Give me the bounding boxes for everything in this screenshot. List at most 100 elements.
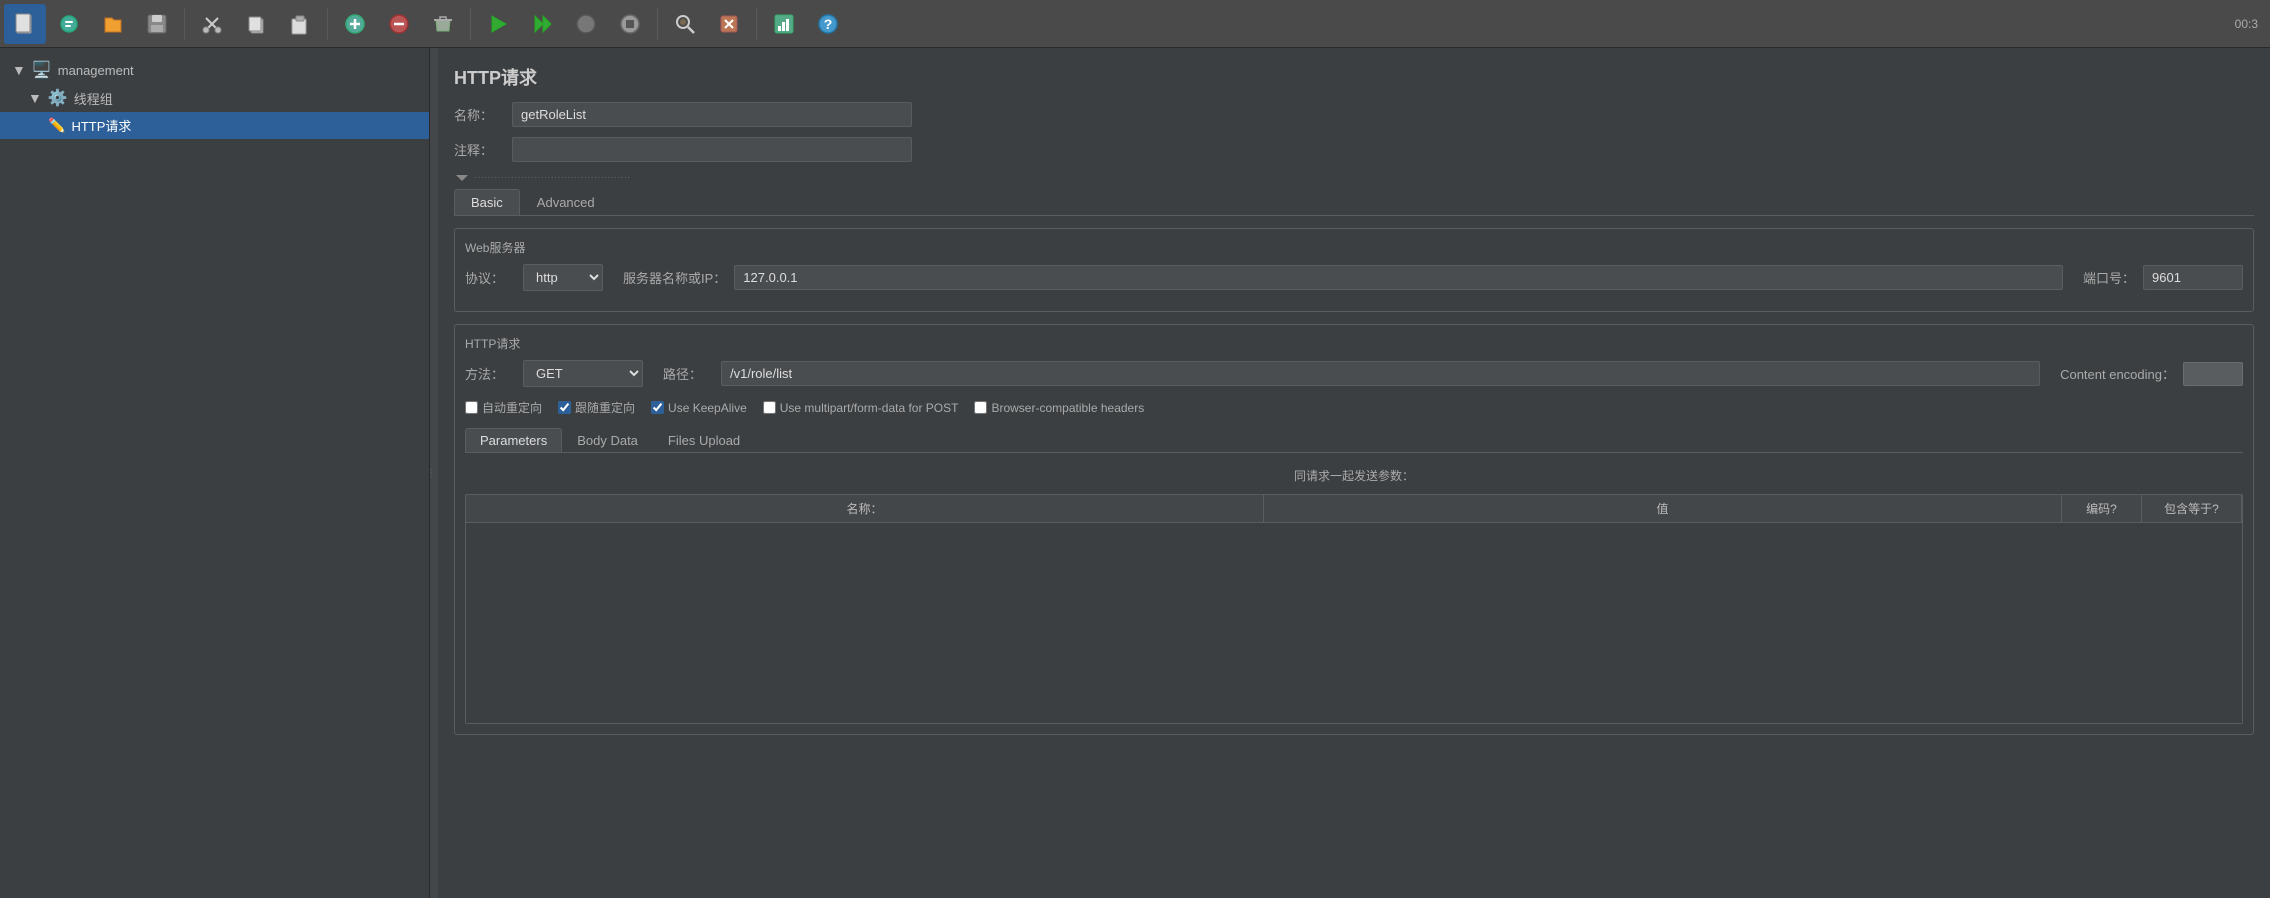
clear-results-btn[interactable] [708,4,750,44]
http-request-section: HTTP请求 方法： GET POST PUT DELETE PATCH 路径：… [454,324,2254,735]
collapse-arrow[interactable]: ········································… [454,172,2254,183]
save-btn[interactable] [136,4,178,44]
checkboxes-row: 自动重定向 跟随重定向 Use KeepAlive Use multipart/… [465,397,2243,418]
management-label: management [58,63,134,78]
toolbar: ? 00:3 [0,0,2270,48]
col-value: 值 [1264,495,2062,522]
clear-btn[interactable] [422,4,464,44]
multipart-item: Use multipart/form-data for POST [763,401,959,415]
server-input[interactable] [734,265,2063,290]
browser-headers-item: Browser-compatible headers [974,401,1144,415]
auto-redirect-checkbox[interactable] [465,401,478,414]
server-label: 服务器名称或IP： [623,268,726,287]
params-header-text: 同请求一起发送参数： [1294,467,1414,484]
dotted-line: ········································… [474,172,631,183]
sep2 [327,8,328,40]
sep5 [756,8,757,40]
auto-redirect-item: 自动重定向 [465,399,542,416]
col-name: 名称： [466,495,1264,522]
protocol-select[interactable]: http https [523,264,603,291]
new-file-btn[interactable] [4,4,46,44]
open-templates-btn[interactable] [48,4,90,44]
help-btn[interactable]: ? [807,4,849,44]
sep1 [184,8,185,40]
path-label: 路径： [663,364,713,383]
browser-headers-checkbox[interactable] [974,401,987,414]
svg-text:?: ? [824,16,833,32]
comment-input[interactable] [512,137,912,162]
path-input[interactable] [721,361,2040,386]
multipart-label: Use multipart/form-data for POST [780,401,959,415]
paste-btn[interactable] [279,4,321,44]
sidebar: ▼ 🖥️ management ▼ ⚙️ 线程组 ✏️ HTTP请求 [0,48,430,898]
web-server-section: Web服务器 协议： http https 服务器名称或IP： 端口号： [454,228,2254,312]
http-request-label: HTTP请求 [71,116,131,135]
sub-tabs: Parameters Body Data Files Upload [465,428,2243,453]
keep-alive-item: Use KeepAlive [651,401,747,415]
http-request-title: HTTP请求 [465,335,2243,352]
main-layout: ▼ 🖥️ management ▼ ⚙️ 线程组 ✏️ HTTP请求 ⋮⋮ HT… [0,48,2270,898]
keep-alive-label: Use KeepAlive [668,401,747,415]
content-area: HTTP请求 名称： 注释： ·························… [438,48,2270,898]
col-encode: 编码? [2062,495,2142,522]
params-table-body[interactable] [466,523,2242,723]
thread-expand-icon: ▼ [28,90,42,106]
add-btn[interactable] [334,4,376,44]
management-icon: 🖥️ [32,60,52,80]
tab-basic[interactable]: Basic [454,189,520,215]
method-select[interactable]: GET POST PUT DELETE PATCH [523,360,643,387]
method-path-row: 方法： GET POST PUT DELETE PATCH 路径： Conten… [465,360,2243,387]
name-label: 名称： [454,105,504,124]
copy-btn[interactable] [235,4,277,44]
sub-tab-files-upload[interactable]: Files Upload [653,428,755,452]
method-label: 方法： [465,364,515,383]
comment-row: 注释： [454,137,2254,162]
params-table-header: 名称： 值 编码? 包含等于? [466,495,2242,523]
run-btn[interactable] [477,4,519,44]
port-input[interactable] [2143,265,2243,290]
run-all-btn[interactable] [521,4,563,44]
sep3 [470,8,471,40]
sidebar-item-http-request[interactable]: ✏️ HTTP请求 [0,112,429,139]
toolbar-time: 00:3 [2235,17,2266,31]
cut-btn[interactable] [191,4,233,44]
threadgroup-label: 线程组 [74,89,113,108]
resize-handle[interactable]: ⋮⋮ [430,48,438,898]
content-encoding-label: Content encoding： [2060,364,2175,383]
sub-tab-body-data[interactable]: Body Data [562,428,653,452]
tab-advanced[interactable]: Advanced [520,189,612,215]
follow-redirect-checkbox[interactable] [558,401,571,414]
open-file-btn[interactable] [92,4,134,44]
stop-btn[interactable] [565,4,607,44]
auto-redirect-label: 自动重定向 [482,399,542,416]
main-tabs: Basic Advanced [454,189,2254,216]
threadgroup-icon: ⚙️ [48,88,68,108]
follow-redirect-label: 跟随重定向 [575,399,635,416]
name-input[interactable] [512,102,912,127]
follow-redirect-item: 跟随重定向 [558,399,635,416]
multipart-checkbox[interactable] [763,401,776,414]
sub-tab-parameters[interactable]: Parameters [465,428,562,452]
port-label: 端口号： [2083,268,2135,287]
content-encoding-input[interactable] [2183,362,2243,386]
sep4 [657,8,658,40]
params-header-msg: 同请求一起发送参数： [465,461,2243,490]
page-title: HTTP请求 [454,64,2254,90]
expand-icon: ▼ [12,62,26,78]
col-equals: 包含等于? [2142,495,2242,522]
report-btn[interactable] [763,4,805,44]
browser-headers-label: Browser-compatible headers [991,401,1144,415]
keep-alive-checkbox[interactable] [651,401,664,414]
protocol-label: 协议： [465,268,515,287]
web-server-row: 协议： http https 服务器名称或IP： 端口号： [465,264,2243,291]
search-btn[interactable] [664,4,706,44]
sidebar-item-threadgroup[interactable]: ▼ ⚙️ 线程组 [0,84,429,112]
stop-all-btn[interactable] [609,4,651,44]
http-request-icon: ✏️ [48,117,65,134]
params-table: 名称： 值 编码? 包含等于? [465,494,2243,724]
sidebar-item-management[interactable]: ▼ 🖥️ management [0,56,429,84]
web-server-title: Web服务器 [465,239,2243,256]
comment-label: 注释： [454,140,504,159]
name-row: 名称： [454,102,2254,127]
remove-btn[interactable] [378,4,420,44]
